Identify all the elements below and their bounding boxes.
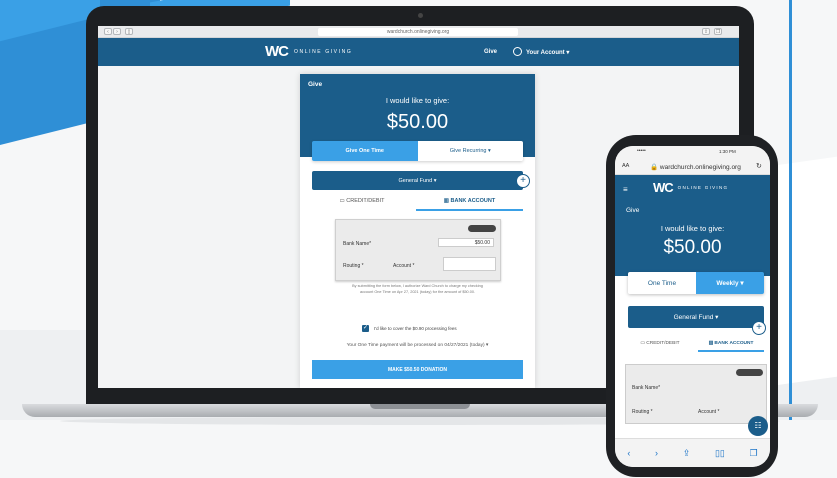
tab-credit-debit[interactable]: ▭ CREDIT/DEBIT [312, 198, 412, 210]
logo[interactable]: WC ONLINE GIVING [265, 43, 352, 60]
url-bar[interactable]: wardchurch.onlinegiving.org [318, 28, 518, 36]
authorization-text: By submitting the form below, I authoriz… [352, 284, 483, 294]
phone-check-logo-icon [736, 369, 763, 376]
forward-button[interactable]: › [113, 28, 121, 35]
phone-give-prompt: I would like to give: [660, 224, 725, 233]
account-label: Account * [393, 263, 415, 269]
phone-fund-dropdown[interactable]: General Fund ▾ [628, 306, 764, 328]
tab-bank-account[interactable]: ▥ BANK ACCOUNT [416, 198, 523, 211]
phone-weekly-dropdown[interactable]: Weekly ▾ [696, 272, 764, 294]
phone-amount-input[interactable]: $50.00 [615, 237, 770, 259]
phone-frequency-toggle: One Time Weekly ▾ [628, 272, 764, 294]
phone-tabs-icon[interactable]: ❐ [750, 448, 758, 459]
give-prompt: I would like to give: [385, 96, 450, 105]
logo-mark: WC [265, 43, 289, 60]
phone-forward-icon[interactable]: › [655, 448, 658, 458]
cover-fees-checkbox[interactable]: ✓ [362, 325, 369, 332]
browser-toolbar: ‹ › ▯ wardchurch.onlinegiving.org ⇪ ❐ [98, 26, 739, 38]
back-button[interactable]: ‹ [104, 28, 112, 35]
giving-form: Give I would like to give: $50.00 Give O… [300, 74, 535, 388]
nav-account-menu[interactable]: Your Account ▾ [526, 49, 569, 56]
site-header: WC ONLINE GIVING Give Your Account ▾ [98, 38, 739, 66]
cover-fees-row: ✓ I'd like to cover the $0.90 processing… [362, 325, 457, 332]
phone-tab-credit-debit[interactable]: ▭ CREDIT/DEBIT [628, 341, 692, 346]
phone-url[interactable]: 🔒 wardchurch.onlinegiving.org [650, 163, 741, 171]
cover-fees-label: I'd like to cover the $0.90 processing f… [374, 326, 457, 331]
menu-icon[interactable]: ≡ [623, 185, 628, 194]
phone-logo-mark: WC [653, 180, 674, 195]
background-line [789, 0, 792, 420]
phone-bookmarks-icon[interactable]: ▯▯ [715, 448, 725, 459]
check-logo-icon [468, 225, 496, 232]
phone-one-time-button[interactable]: One Time [628, 272, 696, 294]
reload-icon[interactable]: ↻ [756, 162, 762, 170]
phone-screen: ••••• 1:30 PM AA 🔒 wardchurch.onlinegivi… [615, 146, 770, 467]
phone-tab-bank-account[interactable]: ▥ BANK ACCOUNT [698, 341, 764, 352]
phone-add-fund-icon[interactable]: + [752, 321, 766, 335]
chat-icon[interactable]: ☷ [748, 416, 768, 436]
phone-status-bar: ••••• 1:30 PM [615, 146, 770, 158]
amount-input[interactable]: $50.00 [300, 111, 535, 134]
add-fund-icon[interactable]: + [516, 174, 530, 188]
phone-logo[interactable]: WC ONLINE GIVING [653, 180, 728, 195]
phone-share-icon[interactable]: ⇪ [683, 448, 691, 459]
signal-icon: ••••• [637, 148, 646, 154]
phone-toolbar: ‹ › ⇪ ▯▯ ❐ [615, 438, 770, 467]
phone-form-title: Give [626, 207, 640, 214]
laptop-notch [370, 404, 470, 409]
logo-text: ONLINE GIVING [294, 48, 353, 55]
text-size-button[interactable]: AA [622, 163, 629, 169]
nav-give-link[interactable]: Give [484, 49, 497, 55]
frequency-toggle: Give One Time Give Recurring ▾ [312, 141, 523, 161]
phone-header: ≡ WC ONLINE GIVING Give I would like to … [615, 175, 770, 276]
form-title: Give [308, 81, 323, 88]
donate-button[interactable]: MAKE $50.50 DONATION [312, 360, 523, 379]
routing-account-field[interactable] [443, 257, 496, 271]
share-button[interactable]: ⇪ [702, 28, 710, 35]
process-date[interactable]: Your One Time payment will be processed … [300, 343, 535, 348]
one-time-button[interactable]: Give One Time [312, 141, 418, 161]
phone-routing-label: Routing * [632, 409, 653, 415]
fund-dropdown[interactable]: General Fund ▾ [312, 171, 523, 190]
phone-account-label: Account * [698, 409, 720, 415]
phone-logo-text: ONLINE GIVING [677, 185, 729, 190]
user-icon[interactable] [513, 47, 522, 56]
tabs-button[interactable]: ❐ [714, 28, 722, 35]
phone-back-icon[interactable]: ‹ [627, 448, 630, 458]
check-amount-field: $50.00 [438, 238, 494, 247]
recurring-dropdown[interactable]: Give Recurring ▾ [417, 141, 523, 161]
bank-name-label: Bank Name* [343, 241, 372, 247]
check-illustration: Bank Name* $50.00 Routing * Account * [335, 219, 501, 281]
sidebar-button[interactable]: ▯ [125, 28, 133, 35]
routing-label: Routing * [343, 263, 364, 269]
phone-url-bar: AA 🔒 wardchurch.onlinegiving.org ↻ [615, 158, 770, 175]
status-time: 1:30 PM [719, 149, 736, 154]
laptop-camera [418, 13, 423, 18]
phone-check-illustration: Bank Name* Routing * Account * [625, 364, 767, 424]
phone-bank-name-label: Bank Name* [632, 385, 661, 391]
